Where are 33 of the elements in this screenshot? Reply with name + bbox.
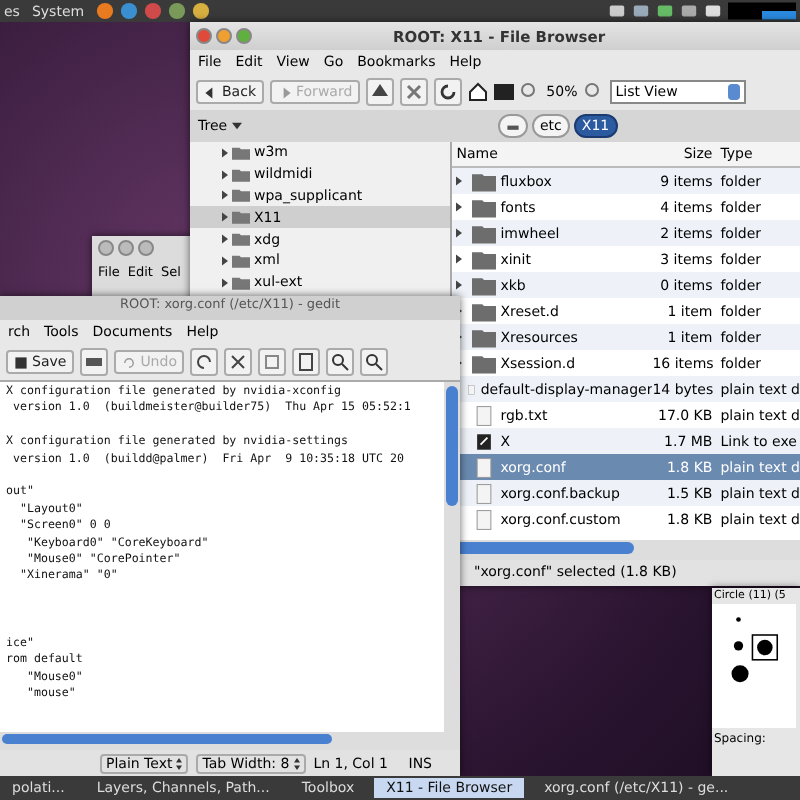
paste-icon[interactable] bbox=[292, 348, 321, 376]
spinner-arrows-icon bbox=[176, 757, 183, 769]
print-icon[interactable] bbox=[80, 348, 109, 376]
forward-arrow-icon bbox=[278, 85, 292, 99]
document-icon bbox=[472, 509, 497, 529]
scrollbar-thumb[interactable] bbox=[454, 542, 635, 554]
home-icon[interactable] bbox=[468, 82, 489, 102]
cut-icon[interactable] bbox=[224, 348, 253, 376]
scrollbar-thumb[interactable] bbox=[2, 734, 332, 744]
maximize-button[interactable] bbox=[236, 28, 252, 44]
reload-icon[interactable] bbox=[434, 78, 463, 106]
folder-icon bbox=[472, 327, 497, 347]
close-button[interactable] bbox=[196, 28, 212, 44]
stop-icon[interactable] bbox=[400, 78, 429, 106]
up-icon[interactable] bbox=[366, 78, 395, 106]
folder-icon bbox=[472, 275, 497, 295]
redo-icon[interactable] bbox=[190, 348, 219, 376]
undo-icon bbox=[122, 355, 137, 369]
caret-icon bbox=[231, 122, 242, 130]
document-icon bbox=[472, 483, 497, 503]
system-monitor-icon bbox=[728, 2, 796, 20]
back-arrow-icon bbox=[204, 85, 218, 99]
search-icon[interactable] bbox=[326, 348, 355, 376]
link-icon bbox=[472, 431, 497, 451]
document-icon bbox=[465, 379, 477, 399]
spinner-arrows-icon bbox=[293, 757, 300, 769]
folder-icon bbox=[472, 223, 497, 243]
document-icon bbox=[472, 457, 497, 477]
scrollbar-thumb[interactable] bbox=[446, 386, 458, 506]
drive-button[interactable] bbox=[498, 114, 528, 138]
document-icon bbox=[472, 405, 497, 425]
minimize-button[interactable] bbox=[216, 28, 232, 44]
brush-grid-drawing bbox=[712, 604, 796, 728]
